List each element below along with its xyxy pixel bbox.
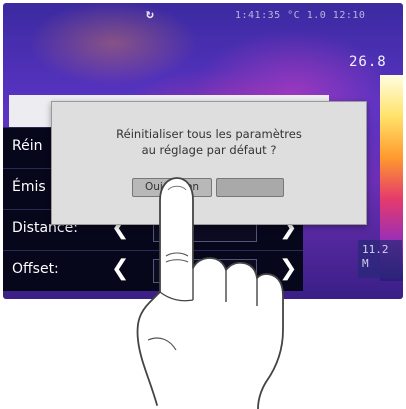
pointing-hand-icon bbox=[136, 177, 284, 409]
